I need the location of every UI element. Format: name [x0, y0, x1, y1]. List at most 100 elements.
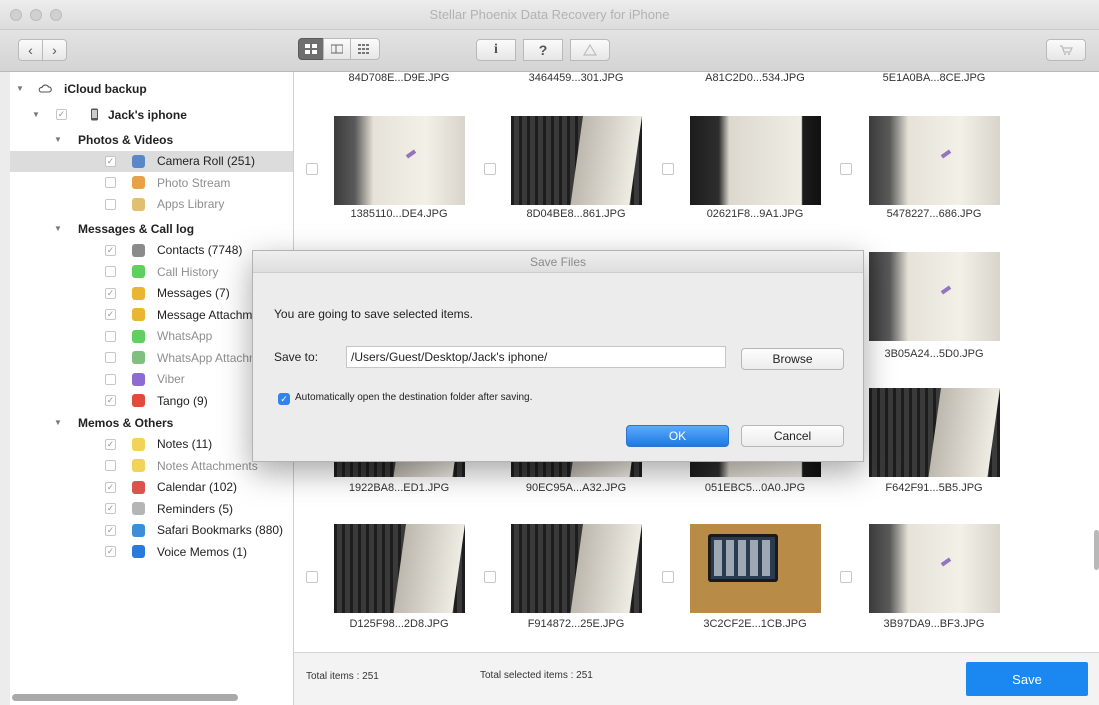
photo-thumbnail[interactable]	[690, 116, 821, 205]
photo-thumbnail[interactable]	[869, 252, 1000, 341]
save-button[interactable]: Save	[966, 662, 1088, 696]
disclosure-triangle-icon[interactable]: ▼	[54, 135, 62, 144]
photo-filename: A81C2D0...534.JPG	[705, 72, 805, 84]
help-icon: ?	[538, 42, 548, 58]
grid-view-icon	[305, 44, 317, 54]
photo-filename: F642F91...5B5.JPG	[885, 482, 983, 494]
tree-item-checkbox[interactable]: ✓	[105, 395, 116, 406]
tree-item[interactable]: ✓ Reminders (5)	[10, 498, 293, 519]
tree-item-checkbox[interactable]: ✓	[105, 481, 116, 493]
photo-checkbox[interactable]	[306, 163, 318, 175]
tree-item[interactable]: Apps Library	[10, 194, 293, 215]
tree-item-checkbox[interactable]: ✓	[105, 524, 116, 536]
tree-item-checkbox[interactable]	[105, 266, 116, 277]
photo-checkbox[interactable]	[662, 163, 674, 175]
calendar-icon	[132, 480, 145, 494]
grid-view-button[interactable]	[298, 38, 324, 60]
tree-item-checkbox[interactable]	[105, 198, 116, 210]
photo-thumbnail[interactable]	[334, 524, 465, 613]
device-checkbox[interactable]: ✓	[56, 109, 67, 120]
tree-item-checkbox[interactable]	[105, 177, 116, 188]
tree-item-checkbox[interactable]	[105, 373, 116, 385]
tree-item[interactable]: ✓ Safari Bookmarks (880)	[10, 520, 293, 541]
photo-thumbnail[interactable]	[334, 116, 465, 205]
voice-memos-icon	[132, 545, 145, 558]
disclosure-triangle-icon[interactable]: ▼	[54, 418, 62, 427]
photo-checkbox[interactable]	[484, 571, 496, 583]
photo-checkbox[interactable]	[484, 163, 496, 175]
call-history-icon	[132, 265, 145, 278]
tree-group-label: Memos & Others	[78, 415, 174, 430]
cart-button[interactable]	[1046, 39, 1086, 61]
photo-checkbox[interactable]	[840, 163, 852, 175]
photo-thumbnail[interactable]	[869, 388, 1000, 477]
warning-button[interactable]	[570, 39, 610, 61]
dialog-message: You are going to save selected items.	[274, 307, 474, 321]
info-button[interactable]: i	[476, 39, 516, 61]
tree-root-label: iCloud backup	[64, 81, 147, 96]
photo-checkbox[interactable]	[840, 571, 852, 583]
cancel-button[interactable]: Cancel	[741, 425, 844, 447]
viber-icon	[132, 372, 145, 386]
tree-item-checkbox[interactable]: ✓	[105, 244, 116, 256]
tree-item-label: Reminders (5)	[157, 501, 234, 516]
photo-filename: 3B97DA9...BF3.JPG	[883, 618, 985, 630]
tree-item-label: Safari Bookmarks (880)	[157, 523, 284, 537]
tree-root-icloud[interactable]: ▼ iCloud backup	[10, 78, 293, 99]
tree-item-label: Notes (11)	[157, 437, 213, 451]
title-bar: Stellar Phoenix Data Recovery for iPhone	[0, 0, 1099, 30]
thumbnail-view-button[interactable]	[350, 38, 380, 60]
list-view-button[interactable]	[323, 38, 351, 60]
forward-button[interactable]: ›	[42, 39, 67, 61]
tree-item-label: WhatsApp	[157, 329, 213, 343]
tree-item-label: Voice Memos (1)	[157, 544, 248, 559]
photo-filename: 3B05A24...5D0.JPG	[884, 348, 984, 360]
tree-item-label: Calendar (102)	[157, 480, 238, 494]
tree-group[interactable]: ▼ Messages & Call log	[10, 218, 293, 239]
tree-item-label: Notes Attachments	[157, 458, 258, 473]
tree-item[interactable]: Photo Stream	[10, 172, 293, 193]
auto-open-label: Automatically open the destination folde…	[295, 392, 533, 403]
photo-filename: 90EC95A...A32.JPG	[525, 482, 627, 494]
save-path-input[interactable]: /Users/Guest/Desktop/Jack's iphone/	[346, 346, 726, 368]
grid-vertical-scrollbar[interactable]	[1094, 530, 1099, 570]
tree-item-checkbox[interactable]: ✓	[105, 438, 116, 450]
sidebar-horizontal-scrollbar[interactable]	[12, 694, 238, 701]
iphone-icon	[91, 108, 98, 121]
photo-thumbnail[interactable]	[869, 524, 1000, 613]
tree-device[interactable]: ▼ ✓ Jack's iphone	[10, 104, 293, 125]
tree-item-checkbox[interactable]	[105, 330, 116, 342]
tree-item-checkbox[interactable]: ✓	[105, 503, 116, 514]
total-items-label: Total items : 251	[306, 671, 379, 682]
tree-item[interactable]: ✓ Calendar (102)	[10, 477, 293, 498]
photo-checkbox[interactable]	[306, 571, 318, 583]
tree-item-checkbox[interactable]: ✓	[105, 546, 116, 557]
photo-thumbnail[interactable]	[869, 116, 1000, 205]
tree-item-checkbox[interactable]: ✓	[105, 309, 116, 320]
disclosure-triangle-icon[interactable]: ▼	[32, 110, 40, 119]
thumbnail-view-icon	[358, 44, 369, 54]
tree-item[interactable]: ✓ Camera Roll (251)	[10, 150, 293, 172]
ok-button[interactable]: OK	[626, 425, 729, 447]
back-button[interactable]: ‹	[18, 39, 43, 61]
warning-icon	[583, 44, 597, 56]
tree-item-label: Contacts (7748)	[157, 243, 243, 257]
tree-item[interactable]: ✓ Voice Memos (1)	[10, 541, 293, 562]
disclosure-triangle-icon[interactable]: ▼	[16, 84, 24, 93]
cloud-icon	[38, 84, 52, 93]
tree-group[interactable]: ▼ Photos & Videos	[10, 129, 293, 150]
photo-checkbox[interactable]	[662, 571, 674, 583]
tree-item-label: Call History	[157, 264, 219, 279]
tree-item-checkbox[interactable]	[105, 460, 116, 471]
tree-item-checkbox[interactable]	[105, 352, 116, 363]
disclosure-triangle-icon[interactable]: ▼	[54, 224, 62, 233]
browse-button[interactable]: Browse	[741, 348, 844, 370]
photo-thumbnail[interactable]	[511, 116, 642, 205]
auto-open-checkbox[interactable]: ✓	[278, 393, 290, 405]
photo-stream-icon	[132, 176, 145, 189]
help-button[interactable]: ?	[523, 39, 563, 61]
tree-item-checkbox[interactable]: ✓	[105, 287, 116, 299]
photo-thumbnail[interactable]	[690, 524, 821, 613]
tree-item-checkbox[interactable]: ✓	[105, 155, 116, 167]
photo-thumbnail[interactable]	[511, 524, 642, 613]
